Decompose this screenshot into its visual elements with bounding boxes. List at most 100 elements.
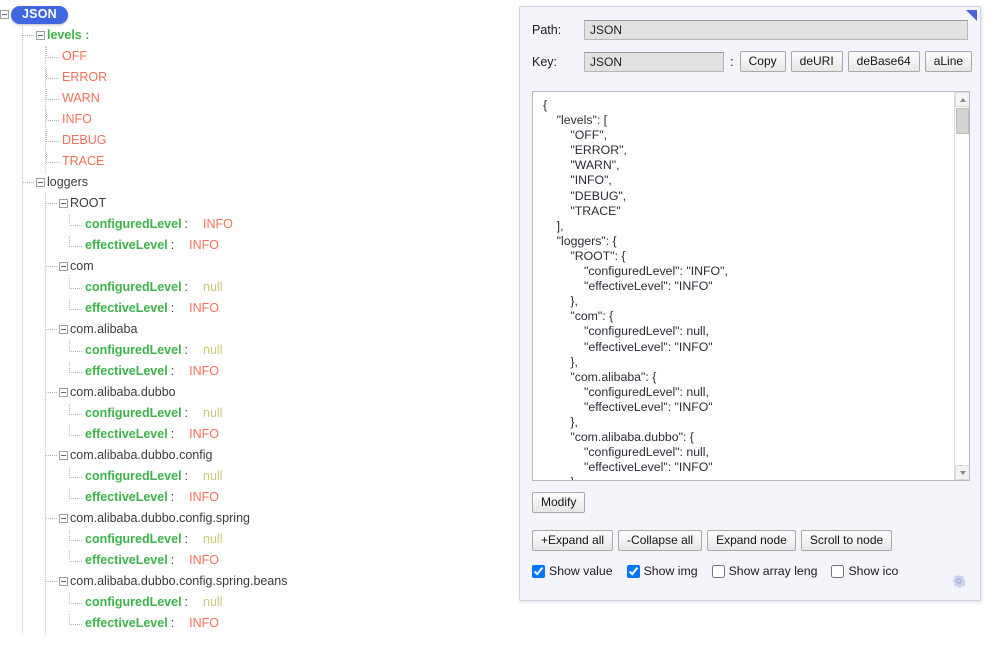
tree-connector: [69, 551, 82, 562]
tree-leaf-configured-level[interactable]: configuredLevel:null: [69, 340, 505, 361]
tree-leaf-configured-level[interactable]: configuredLevel:INFO: [69, 214, 505, 235]
tree-leaf-level-label: INFO: [62, 109, 92, 130]
copy-button[interactable]: Copy: [740, 51, 786, 72]
json-text-content[interactable]: { "levels": [ "OFF", "ERROR", "WARN", "I…: [533, 92, 953, 480]
scrollbar-thumb[interactable]: [956, 108, 969, 134]
tree-node-logger-row[interactable]: ROOT: [46, 193, 505, 214]
expand-all-button[interactable]: +Expand all: [532, 530, 613, 551]
collapse-toggle-icon[interactable]: [59, 199, 68, 208]
path-input[interactable]: [584, 20, 968, 40]
tree-leaf-level[interactable]: OFF: [46, 46, 505, 67]
tree-leaf-effective-level[interactable]: effectiveLevel:INFO: [69, 424, 505, 445]
tree-leaf-level[interactable]: INFO: [46, 109, 505, 130]
tree-node-logger-row[interactable]: com.alibaba.dubbo.config: [46, 445, 505, 466]
tree-leaf-effective-level[interactable]: effectiveLevel:INFO: [69, 550, 505, 571]
tree-leaf-value: null: [189, 340, 222, 361]
settings-gear-icon[interactable]: [950, 572, 968, 590]
tree-connector: [69, 236, 82, 247]
tree-leaf-level[interactable]: ERROR: [46, 67, 505, 88]
tree-connector: [46, 329, 57, 330]
tree-leaf-colon: :: [182, 529, 189, 550]
checkbox-input[interactable]: [627, 565, 640, 578]
collapse-toggle-icon[interactable]: [59, 262, 68, 271]
display-option-show-ico[interactable]: Show ico: [831, 564, 898, 578]
display-option-show-value[interactable]: Show value: [532, 564, 613, 578]
display-options-row: Show value Show img Show array leng Show ic…: [532, 564, 912, 578]
tree-node-levels-row[interactable]: levels :: [23, 25, 505, 46]
tree-node-logger: com.alibaba.dubbo.config.spring.beanscon…: [46, 571, 505, 634]
tree-leaf-configured-level[interactable]: configuredLevel:null: [69, 403, 505, 424]
checkbox-input[interactable]: [532, 565, 545, 578]
key-label: Key:: [532, 55, 584, 69]
tree-leaf-level-label: DEBUG: [62, 130, 106, 151]
tree-leaf-value: INFO: [175, 235, 219, 256]
tree-leaf-level[interactable]: TRACE: [46, 151, 505, 172]
tree-loggers-children: ROOTconfiguredLevel:INFOeffectiveLevel:I…: [45, 193, 505, 634]
display-option-show-array-leng[interactable]: Show array leng: [712, 564, 818, 578]
aline-button[interactable]: aLine: [925, 51, 972, 72]
root-json-badge[interactable]: JSON: [11, 6, 68, 24]
collapse-all-button[interactable]: -Collapse all: [618, 530, 702, 551]
tree-node-levels-label: levels :: [47, 25, 89, 46]
tree-leaf-effective-level[interactable]: effectiveLevel:INFO: [69, 235, 505, 256]
tree-node-logger-row[interactable]: com.alibaba.dubbo.config.spring.beans: [46, 571, 505, 592]
tree-node-logger-label: com.alibaba: [70, 319, 137, 340]
tree-leaf-effective-level[interactable]: effectiveLevel:INFO: [69, 298, 505, 319]
tree-leaf-value: INFO: [175, 487, 219, 508]
tree-node-logger-row[interactable]: com.alibaba: [46, 319, 505, 340]
tree-connector: [46, 455, 57, 456]
tree-connector: [46, 203, 57, 204]
tree-leaf-value: INFO: [175, 550, 219, 571]
tree-leaf-colon: :: [182, 277, 189, 298]
tree-node-levels: levels : OFFERRORWARNINFODEBUGTRACE: [23, 25, 505, 172]
resize-corner-icon[interactable]: [966, 10, 977, 21]
collapse-toggle-icon[interactable]: [59, 388, 68, 397]
checkbox-input[interactable]: [831, 565, 844, 578]
tree-connector: [23, 182, 34, 183]
tree-leaf-level[interactable]: WARN: [46, 88, 505, 109]
tree-leaf-configured-level[interactable]: configuredLevel:null: [69, 592, 505, 613]
tree-leaf-effective-level[interactable]: effectiveLevel:INFO: [69, 487, 505, 508]
tree-connector: [69, 530, 82, 541]
tree-leaf-configured-level[interactable]: configuredLevel:null: [69, 529, 505, 550]
deuri-button[interactable]: deURI: [791, 51, 843, 72]
collapse-toggle-icon[interactable]: [59, 451, 68, 460]
checkbox-input[interactable]: [712, 565, 725, 578]
display-option-show-img[interactable]: Show img: [627, 564, 698, 578]
scroll-up-arrow-icon[interactable]: [955, 92, 970, 107]
tree-leaf-key: effectiveLevel: [85, 613, 168, 634]
tree-node-logger: com.alibabaconfiguredLevel:nulleffective…: [46, 319, 505, 382]
tree-leaf-effective-level[interactable]: effectiveLevel:INFO: [69, 613, 505, 634]
tree-node-logger-label: com: [70, 256, 94, 277]
key-input[interactable]: [584, 52, 724, 72]
scroll-to-node-button[interactable]: Scroll to node: [801, 530, 892, 551]
collapse-toggle-icon[interactable]: [59, 514, 68, 523]
tree-leaf-level[interactable]: DEBUG: [46, 130, 505, 151]
scroll-down-arrow-icon[interactable]: [955, 465, 970, 480]
tree-node-logger-row[interactable]: com: [46, 256, 505, 277]
tree-connector: [69, 404, 82, 415]
debase64-button[interactable]: deBase64: [848, 51, 920, 72]
modify-button[interactable]: Modify: [532, 492, 585, 513]
tree-node-logger-row[interactable]: com.alibaba.dubbo.config.spring: [46, 508, 505, 529]
collapse-toggle-icon[interactable]: [59, 577, 68, 586]
path-label: Path:: [532, 23, 584, 37]
tree-node-logger-row[interactable]: com.alibaba.dubbo: [46, 382, 505, 403]
collapse-toggle-icon[interactable]: [36, 31, 45, 40]
modify-button-wrap: Modify: [532, 492, 585, 513]
tree-leaf-configured-level[interactable]: configuredLevel:null: [69, 277, 505, 298]
tree-leaf-effective-level[interactable]: effectiveLevel:INFO: [69, 361, 505, 382]
collapse-toggle-icon[interactable]: [59, 325, 68, 334]
tree-leaf-colon: :: [168, 235, 175, 256]
tree-node-loggers-row[interactable]: loggers: [23, 172, 505, 193]
tree-node-loggers-label: loggers: [47, 172, 88, 193]
tree-leaf-key: effectiveLevel: [85, 550, 168, 571]
collapse-toggle-icon[interactable]: [36, 178, 45, 187]
collapse-toggle-icon[interactable]: [0, 10, 9, 19]
tree-root-row[interactable]: JSON: [0, 4, 505, 25]
expand-node-button[interactable]: Expand node: [707, 530, 796, 551]
tree-leaf-value: null: [189, 529, 222, 550]
tree-leaf-configured-level[interactable]: configuredLevel:null: [69, 466, 505, 487]
json-scrollbar[interactable]: [954, 92, 969, 480]
json-viewer-app: JSON levels : OFFERRORWARNINFODEBUGTRACE: [0, 0, 1000, 650]
